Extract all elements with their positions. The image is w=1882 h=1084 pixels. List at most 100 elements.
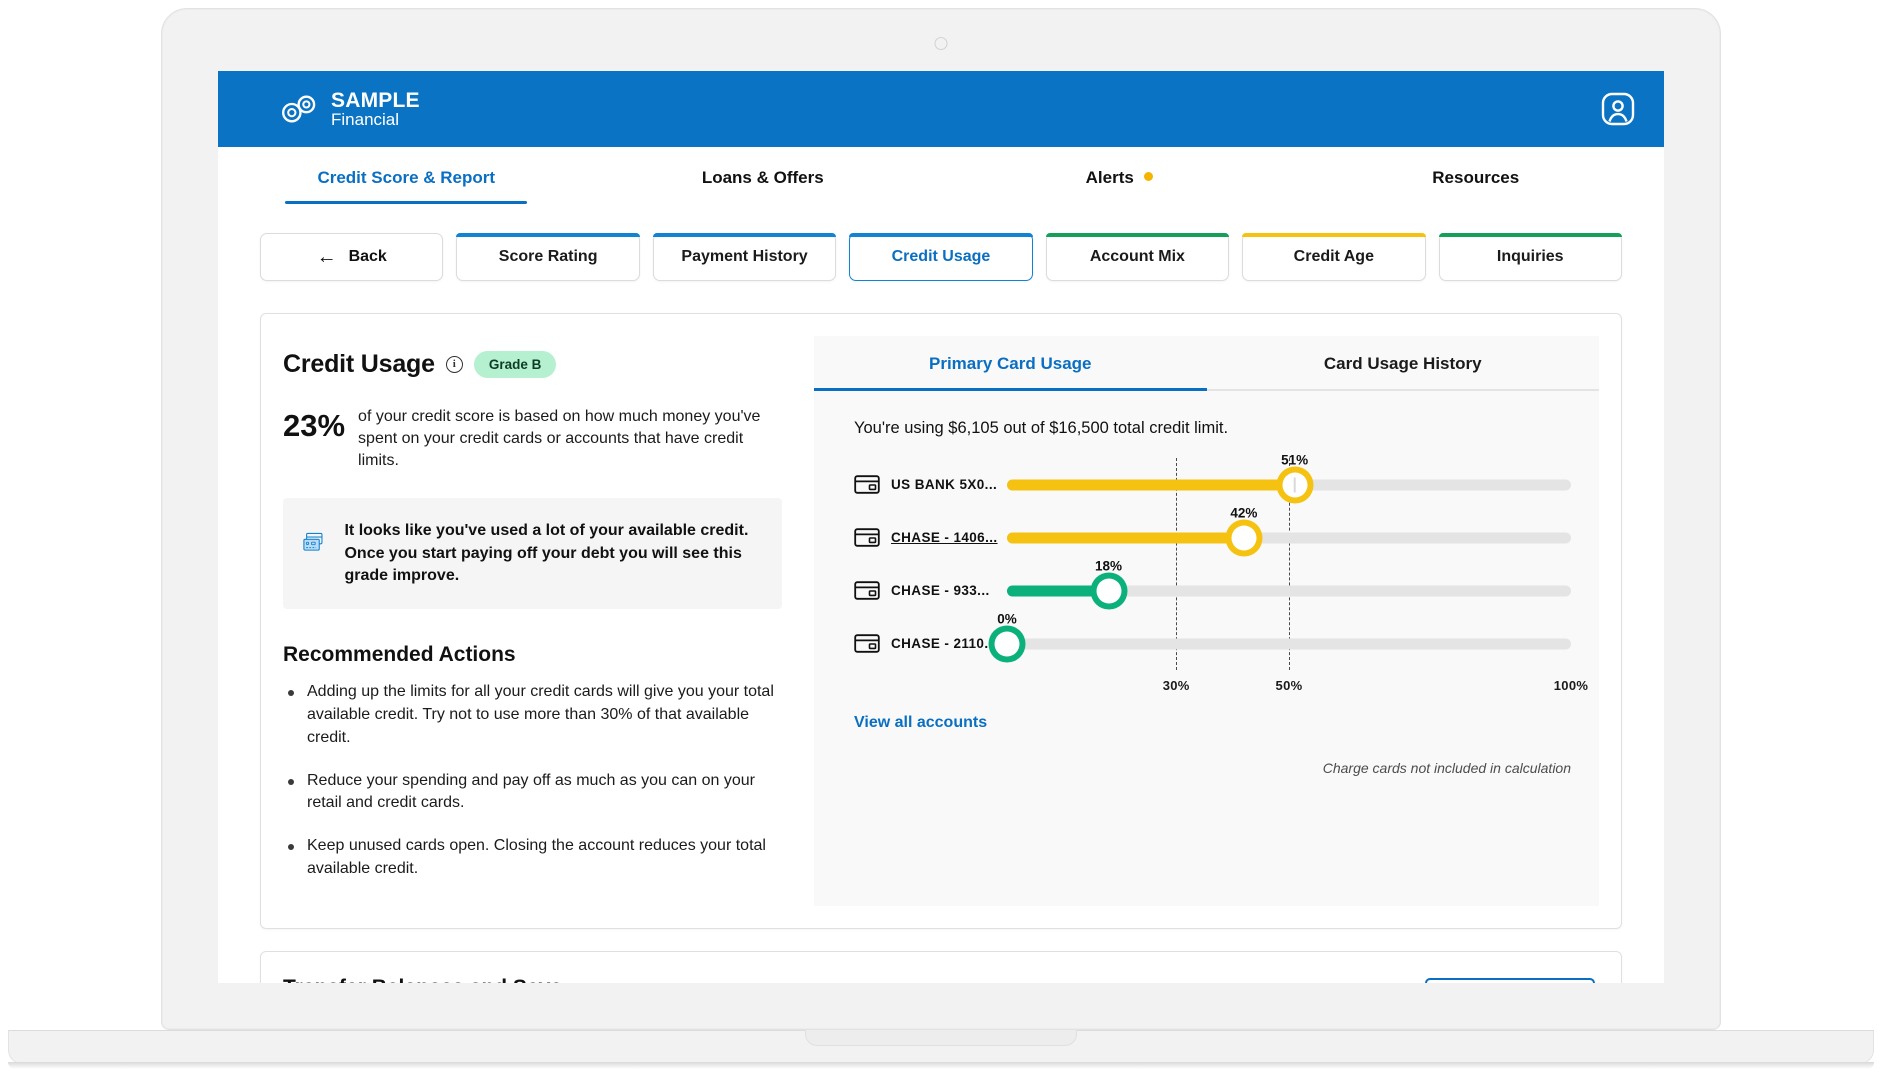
chart-x-axis: 30% 50% 100% [854, 672, 1571, 698]
slider-fill [1007, 585, 1109, 596]
tab-label: Payment History [681, 248, 807, 266]
credit-card-icon [854, 475, 880, 494]
slider-fill [1007, 532, 1244, 543]
credit-usage-panel: Credit Usage i Grade B 23% of your credi… [260, 313, 1622, 929]
brand-name-line2: Financial [331, 111, 420, 128]
tab-accent-bar [1439, 233, 1622, 237]
list-item: Reduce your spending and pay off as much… [283, 770, 782, 815]
slider-thumb[interactable]: 18% [1096, 578, 1121, 603]
usage-summary-text: You're using $6,105 out of $16,500 total… [814, 391, 1599, 438]
credit-cards-icon [303, 520, 326, 564]
back-button-label: Back [349, 248, 387, 266]
brand-name-line1: SAMPLE [331, 90, 420, 111]
nav-label: Credit Score & Report [317, 168, 495, 188]
alerts-notification-dot [1144, 172, 1153, 181]
nav-item-credit-score-report[interactable]: Credit Score & Report [228, 147, 585, 204]
stat-description: of your credit score is based on how muc… [358, 406, 782, 472]
stat-percent: 23% [283, 406, 345, 441]
slider-track-wrap[interactable]: 18% [1007, 564, 1571, 617]
subtab-label: Primary Card Usage [929, 354, 1092, 373]
value-label: 0% [997, 612, 1017, 627]
tab-label: Credit Age [1294, 248, 1374, 266]
learn-more-button[interactable]: Learn More [1425, 978, 1595, 983]
brand-logo[interactable]: SAMPLE Financial [280, 90, 420, 129]
value-label: 42% [1230, 506, 1257, 521]
chart-footnote: Charge cards not included in calculation [814, 732, 1599, 796]
page-title: Credit Usage [283, 350, 435, 379]
nav-item-loans-offers[interactable]: Loans & Offers [585, 147, 942, 204]
tab-label: Inquiries [1497, 248, 1564, 266]
transfer-balances-card: Transfer Balances and Save You can trans… [260, 951, 1622, 983]
recommended-actions-title: Recommended Actions [283, 643, 782, 667]
promo-text-block: Transfer Balances and Save You can trans… [283, 976, 1212, 983]
credit-card-icon [854, 634, 880, 653]
chart-rows: US BANK 5X0... 51% [854, 458, 1571, 670]
nav-label: Resources [1432, 168, 1519, 188]
slider-thumb[interactable]: 51% [1282, 472, 1307, 497]
axis-tick-label: 100% [1554, 678, 1588, 693]
slider-track-wrap[interactable]: 51% [1007, 458, 1571, 511]
advice-callout: It looks like you've used a lot of your … [283, 498, 782, 609]
grade-badge: Grade B [474, 351, 557, 378]
account-label: CHASE - 2110... [891, 636, 1007, 651]
tab-accent-bar [1046, 233, 1229, 237]
promo-title: Transfer Balances and Save [283, 976, 1212, 983]
webcam-icon [935, 37, 948, 50]
chart-row[interactable]: CHASE - 933... 18% [854, 564, 1571, 617]
tab-card-usage-history[interactable]: Card Usage History [1207, 336, 1600, 389]
main-navigation: Credit Score & Report Loans & Offers Ale… [218, 147, 1664, 205]
tab-primary-card-usage[interactable]: Primary Card Usage [814, 336, 1207, 389]
slider-track-wrap[interactable]: 0% [1007, 617, 1571, 670]
credit-card-icon [854, 581, 880, 600]
laptop-shadow [8, 1062, 1874, 1069]
card-utilization-chart: US BANK 5X0... 51% [854, 458, 1571, 698]
info-circle-icon[interactable]: i [446, 356, 463, 373]
value-label: 51% [1281, 453, 1308, 468]
factor-tab-row: ← Back Score Rating Payment History Cred… [218, 205, 1664, 281]
slider-thumb[interactable]: 42% [1231, 525, 1256, 550]
account-label: CHASE - 933... [891, 583, 1007, 598]
tab-credit-age[interactable]: Credit Age [1242, 233, 1425, 281]
app-header: SAMPLE Financial [218, 71, 1664, 147]
slider-track-wrap[interactable]: 42% [1007, 511, 1571, 564]
tab-accent-bar [653, 233, 836, 237]
tab-label: Score Rating [499, 248, 598, 266]
thumb-tick [1294, 477, 1296, 492]
app-screen: SAMPLE Financial Credit Score & Report L… [218, 71, 1664, 983]
screenshot-root: SAMPLE Financial Credit Score & Report L… [0, 0, 1882, 1084]
tab-label: Account Mix [1090, 248, 1185, 266]
credit-usage-details: Credit Usage i Grade B 23% of your credi… [261, 336, 806, 906]
recommended-actions-list: Adding up the limits for all your credit… [283, 681, 782, 880]
list-item: Adding up the limits for all your credit… [283, 681, 782, 749]
nav-item-resources[interactable]: Resources [1298, 147, 1655, 204]
back-button[interactable]: ← Back [260, 233, 443, 281]
card-usage-tabs: Primary Card Usage Card Usage History [814, 336, 1599, 391]
axis-tick-label: 30% [1163, 678, 1190, 693]
nav-item-alerts[interactable]: Alerts [941, 147, 1298, 204]
subtab-label: Card Usage History [1324, 354, 1482, 373]
tab-score-rating[interactable]: Score Rating [456, 233, 639, 281]
account-label[interactable]: CHASE - 1406... [891, 530, 1007, 545]
chart-row[interactable]: CHASE - 1406... 42% [854, 511, 1571, 564]
chart-row[interactable]: US BANK 5X0... 51% [854, 458, 1571, 511]
nav-label: Alerts [1086, 168, 1134, 188]
chart-row[interactable]: CHASE - 2110... 0% [854, 617, 1571, 670]
credit-card-icon [854, 528, 880, 547]
tab-accent-bar [849, 233, 1032, 237]
user-avatar-icon[interactable] [1600, 91, 1636, 127]
tab-credit-usage[interactable]: Credit Usage [849, 233, 1032, 281]
nav-label: Loans & Offers [702, 168, 824, 188]
tab-account-mix[interactable]: Account Mix [1046, 233, 1229, 281]
account-label: US BANK 5X0... [891, 477, 1007, 492]
advice-text: It looks like you've used a lot of your … [344, 520, 762, 587]
tab-payment-history[interactable]: Payment History [653, 233, 836, 281]
slider-track [1007, 638, 1571, 649]
tab-label: Credit Usage [892, 248, 991, 266]
tab-accent-bar [1242, 233, 1425, 237]
view-all-accounts-link[interactable]: View all accounts [814, 698, 987, 732]
tab-inquiries[interactable]: Inquiries [1439, 233, 1622, 281]
tab-accent-bar [456, 233, 639, 237]
infinity-logo-icon [280, 94, 320, 124]
card-usage-widget: Primary Card Usage Card Usage History Yo… [814, 336, 1599, 906]
slider-thumb[interactable]: 0% [995, 631, 1020, 656]
